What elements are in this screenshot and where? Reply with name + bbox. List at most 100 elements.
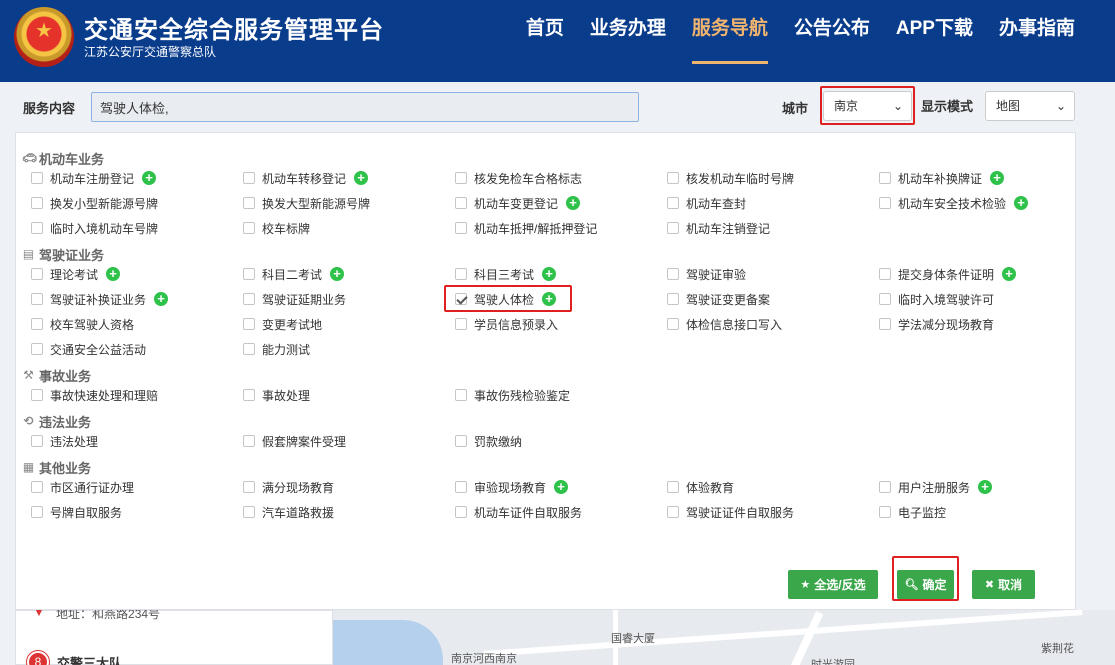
service-checkbox[interactable] <box>243 222 255 234</box>
service-option[interactable]: 市区通行证办理 <box>31 478 134 496</box>
service-option[interactable]: 机动车变更登记 + <box>455 194 581 212</box>
service-checkbox[interactable] <box>243 481 255 493</box>
plus-circle-icon[interactable]: + <box>1002 267 1017 281</box>
service-checkbox[interactable] <box>667 293 679 305</box>
service-checkbox[interactable] <box>455 197 467 209</box>
service-option[interactable]: 学法减分现场教育 <box>879 315 994 333</box>
nav-business[interactable]: 业务办理 <box>590 0 666 64</box>
service-checkbox[interactable] <box>879 197 891 209</box>
service-option[interactable]: 满分现场教育 <box>243 478 334 496</box>
service-checkbox[interactable] <box>667 197 679 209</box>
service-option[interactable]: 机动车安全技术检验 + <box>879 194 1029 212</box>
service-checkbox[interactable] <box>31 481 43 493</box>
service-checkbox[interactable] <box>455 318 467 330</box>
service-option[interactable]: 核发免检车合格标志 <box>455 169 582 187</box>
service-option[interactable]: 机动车查封 <box>667 194 746 212</box>
plus-circle-icon[interactable]: + <box>154 292 169 306</box>
select-all-button[interactable]: ★ 全选/反选 <box>788 570 878 599</box>
plus-circle-icon[interactable]: + <box>566 196 581 210</box>
service-checkbox[interactable] <box>455 222 467 234</box>
service-checkbox[interactable] <box>243 172 255 184</box>
service-checkbox[interactable] <box>879 293 891 305</box>
service-checkbox[interactable] <box>667 318 679 330</box>
service-checkbox[interactable] <box>31 435 43 447</box>
service-checkbox[interactable] <box>31 222 43 234</box>
service-option[interactable]: 提交身体条件证明 + <box>879 265 1017 283</box>
service-checkbox[interactable] <box>667 172 679 184</box>
service-option[interactable]: 换发大型新能源号牌 <box>243 194 370 212</box>
service-option[interactable]: 事故快速处理和理赔 <box>31 386 158 404</box>
nav-app-download[interactable]: APP下载 <box>896 0 973 64</box>
city-select[interactable]: 南京 ⌄ <box>823 91 912 121</box>
service-checkbox[interactable] <box>243 343 255 355</box>
service-option[interactable]: 驾驶证补换证业务 + <box>31 290 169 308</box>
service-checkbox[interactable] <box>455 268 467 280</box>
display-mode-select[interactable]: 地图 ⌄ <box>985 91 1075 121</box>
service-option[interactable]: 机动车转移登记 + <box>243 169 369 187</box>
service-option[interactable]: 科目二考试 + <box>243 265 345 283</box>
service-checkbox[interactable] <box>667 268 679 280</box>
confirm-button[interactable]: 🔍︎ 确定 <box>897 570 954 599</box>
plus-circle-icon[interactable]: + <box>542 292 557 306</box>
service-checkbox[interactable] <box>243 293 255 305</box>
service-option[interactable]: 事故处理 <box>243 386 310 404</box>
service-checkbox[interactable] <box>31 506 43 518</box>
service-option[interactable]: 机动车证件自取服务 <box>455 503 582 521</box>
service-checkbox[interactable] <box>879 481 891 493</box>
nav-announcements[interactable]: 公告公布 <box>794 0 870 64</box>
service-option[interactable]: 换发小型新能源号牌 <box>31 194 158 212</box>
service-checkbox[interactable] <box>455 293 467 305</box>
service-option[interactable]: 驾驶证变更备案 <box>667 290 770 308</box>
service-checkbox[interactable] <box>243 268 255 280</box>
service-checkbox[interactable] <box>243 197 255 209</box>
service-checkbox[interactable] <box>667 222 679 234</box>
nav-home[interactable]: 首页 <box>526 0 564 64</box>
service-checkbox[interactable] <box>243 318 255 330</box>
service-option[interactable]: 驾驶人体检 + <box>455 290 557 308</box>
service-option[interactable]: 能力测试 <box>243 340 310 358</box>
service-checkbox[interactable] <box>31 343 43 355</box>
service-option[interactable]: 临时入境驾驶许可 <box>879 290 994 308</box>
service-checkbox[interactable] <box>879 318 891 330</box>
service-search-input[interactable] <box>91 92 639 122</box>
service-checkbox[interactable] <box>455 389 467 401</box>
service-checkbox[interactable] <box>455 172 467 184</box>
service-checkbox[interactable] <box>31 268 43 280</box>
plus-circle-icon[interactable]: + <box>330 267 345 281</box>
service-option[interactable]: 变更考试地 <box>243 315 322 333</box>
service-option[interactable]: 校车驾驶人资格 <box>31 315 134 333</box>
plus-circle-icon[interactable]: + <box>554 480 569 494</box>
service-checkbox[interactable] <box>243 435 255 447</box>
nav-guide[interactable]: 办事指南 <box>999 0 1075 64</box>
service-checkbox[interactable] <box>455 506 467 518</box>
service-option[interactable]: 体验教育 <box>667 478 734 496</box>
service-checkbox[interactable] <box>243 389 255 401</box>
service-option[interactable]: 交通安全公益活动 <box>31 340 146 358</box>
service-option[interactable]: 校车标牌 <box>243 219 310 237</box>
service-checkbox[interactable] <box>31 318 43 330</box>
service-checkbox[interactable] <box>31 293 43 305</box>
station-name[interactable]: 交警三大队 <box>57 653 122 665</box>
service-option[interactable]: 临时入境机动车号牌 <box>31 219 158 237</box>
service-option[interactable]: 驾驶证审验 <box>667 265 746 283</box>
service-option[interactable]: 违法处理 <box>31 432 98 450</box>
service-option[interactable]: 用户注册服务 + <box>879 478 993 496</box>
service-checkbox[interactable] <box>879 172 891 184</box>
service-checkbox[interactable] <box>455 481 467 493</box>
plus-circle-icon[interactable]: + <box>978 480 993 494</box>
cancel-button[interactable]: ✖ 取消 <box>972 570 1035 599</box>
service-option[interactable]: 理论考试 + <box>31 265 121 283</box>
service-option[interactable]: 驾驶证延期业务 <box>243 290 346 308</box>
service-option[interactable]: 机动车注册登记 + <box>31 169 157 187</box>
plus-circle-icon[interactable]: + <box>106 267 121 281</box>
service-option[interactable]: 号牌自取服务 <box>31 503 122 521</box>
service-option[interactable]: 机动车补换牌证 + <box>879 169 1005 187</box>
service-option[interactable]: 科目三考试 + <box>455 265 557 283</box>
service-checkbox[interactable] <box>879 506 891 518</box>
map-view[interactable]: 国睿大厦 南京河西南京 紫荆花 时光游园 <box>333 610 1115 665</box>
plus-circle-icon[interactable]: + <box>990 171 1005 185</box>
service-option[interactable]: 学员信息预录入 <box>455 315 558 333</box>
service-checkbox[interactable] <box>31 197 43 209</box>
plus-circle-icon[interactable]: + <box>542 267 557 281</box>
service-option[interactable]: 机动车抵押/解抵押登记 <box>455 219 597 237</box>
